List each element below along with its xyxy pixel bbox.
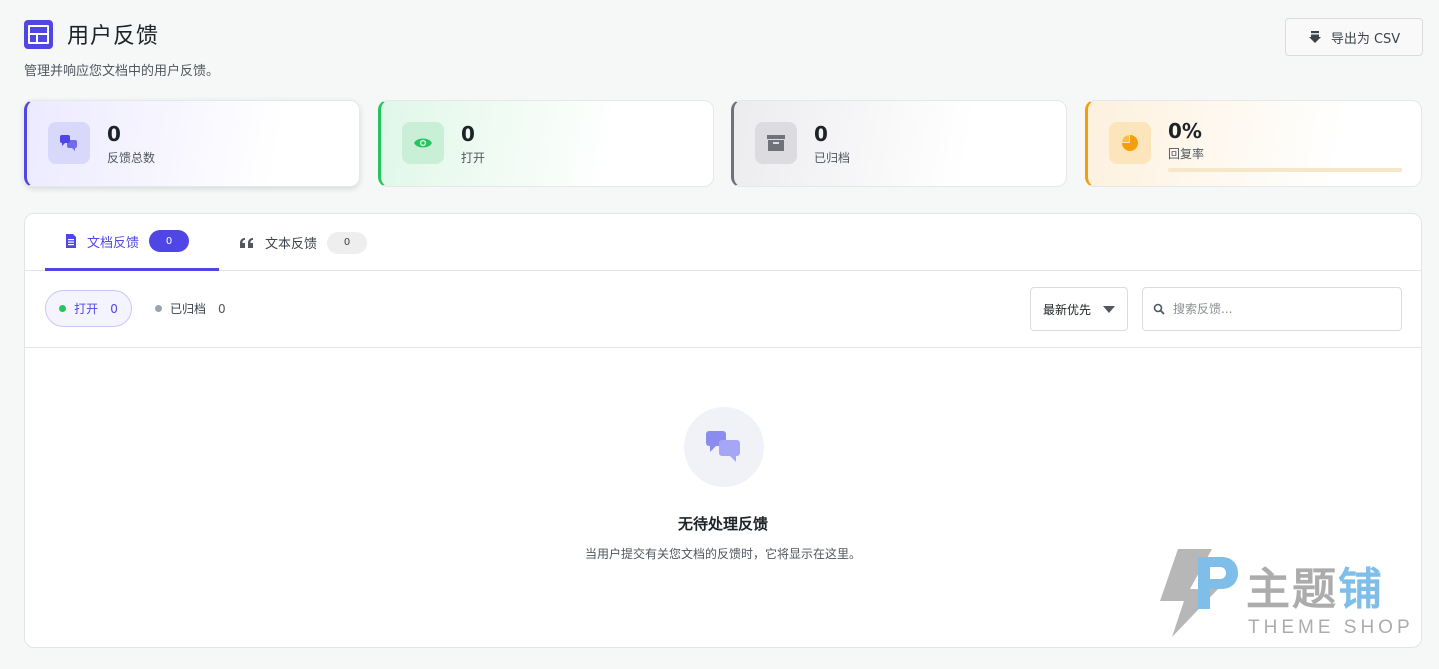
watermark-text-blue: 铺 (1338, 564, 1384, 615)
filter-open-label: 打开 (74, 302, 99, 316)
watermark-text: 主题铺 (1246, 553, 1384, 617)
tab-text-feedback[interactable]: 文本反馈 0 (219, 214, 387, 271)
export-csv-button[interactable]: 导出为 CSV (1285, 18, 1423, 56)
open-status-dot (59, 305, 67, 312)
tab-text-feedback-label: 文本反馈 (265, 237, 318, 252)
empty-state-title: 无待处理反馈 (677, 515, 768, 533)
tab-document-feedback-label: 文档反馈 (87, 235, 140, 251)
tab-text-feedback-count: 0 (327, 231, 368, 254)
chevron-down-icon (1103, 306, 1115, 313)
title-row: 用户反馈 (24, 18, 1423, 50)
stat-card-total: 0 反馈总数 (24, 100, 360, 187)
export-csv-label: 导出为 CSV (1330, 31, 1401, 47)
feedback-table-icon (24, 19, 53, 49)
search-input[interactable] (1173, 302, 1393, 316)
feedback-tabs: 文档反馈 0 文本反馈 0 (25, 214, 1421, 271)
tab-document-feedback-count: 0 (149, 230, 190, 252)
document-icon (66, 234, 76, 248)
stat-value-reply-rate: 0% (1168, 119, 1202, 143)
stat-card-archived: 0 已归档 (731, 100, 1067, 187)
chat-bubbles-icon (684, 407, 764, 487)
sort-select[interactable]: 最新优先 (1030, 287, 1128, 331)
filter-archived-label: 已归档 (170, 302, 207, 316)
stat-card-open: 0 打开 (378, 100, 714, 187)
watermark-emblem-icon (1160, 549, 1238, 637)
stat-value-total: 0 (107, 122, 121, 146)
filter-bar: 打开 0 已归档 0 最新优先 (25, 271, 1421, 348)
sort-selected-value: 最新优先 (1043, 302, 1092, 317)
filter-archived[interactable]: 已归档 0 (155, 290, 226, 327)
filter-open-count: 0 (110, 301, 118, 316)
tab-document-feedback[interactable]: 文档反馈 0 (45, 214, 219, 271)
filter-archived-count: 0 (218, 301, 226, 316)
watermark-text-gray: 主题 (1246, 564, 1338, 615)
watermark-subtext: THEME SHOP (1248, 617, 1414, 638)
page-title: 用户反馈 (67, 24, 160, 49)
stat-label-archived: 已归档 (814, 151, 851, 165)
watermark-logo: 主题铺 THEME SHOP (1150, 545, 1420, 645)
search-box[interactable] (1142, 287, 1402, 331)
page-subtitle: 管理并响应您文档中的用户反馈。 (24, 64, 220, 79)
page-header: 用户反馈 管理并响应您文档中的用户反馈。 导出为 CSV (24, 18, 1423, 79)
download-icon (1308, 31, 1321, 43)
stat-label-open: 打开 (461, 151, 486, 165)
filter-open[interactable]: 打开 0 (45, 290, 132, 327)
chat-bubbles-icon (48, 122, 90, 164)
stat-label-reply-rate: 回复率 (1168, 147, 1205, 161)
pie-chart-icon (1109, 122, 1151, 164)
stat-card-reply-rate: 0% 回复率 (1085, 100, 1422, 187)
reply-rate-progress (1168, 168, 1402, 172)
quote-icon (240, 237, 253, 248)
stats-row: 0 反馈总数 0 打开 0 已归档 0% 回复率 (24, 100, 1422, 187)
eye-icon (402, 122, 444, 164)
stat-value-open: 0 (461, 122, 475, 146)
archive-icon (755, 122, 797, 164)
archived-status-dot (155, 305, 162, 312)
search-icon (1153, 303, 1165, 315)
stat-value-archived: 0 (814, 122, 828, 146)
stat-label-total: 反馈总数 (107, 151, 156, 165)
